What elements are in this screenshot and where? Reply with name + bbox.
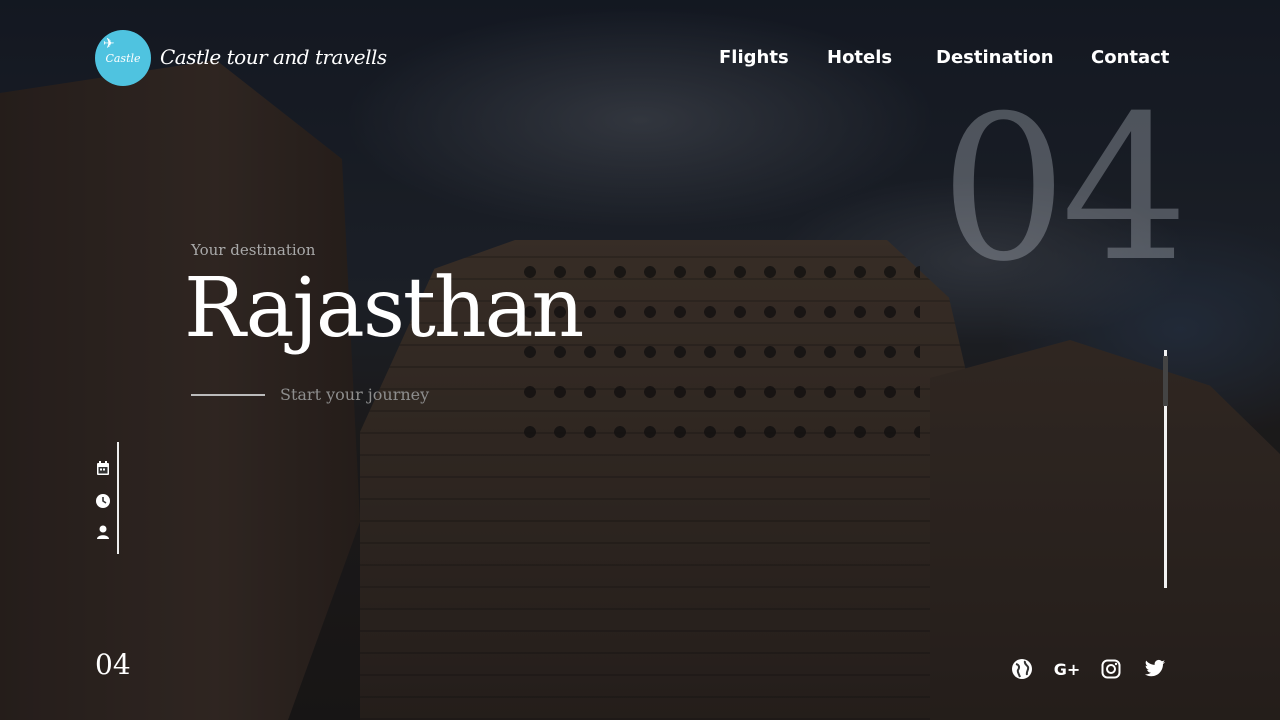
calendar-icon[interactable] [95, 460, 111, 476]
logo-text: Castle [105, 51, 141, 65]
cta-line [191, 394, 265, 396]
slide-number-large: 04 [940, 73, 1188, 306]
scroll-thumb[interactable] [1163, 356, 1168, 406]
nav-hotels[interactable]: Hotels [827, 47, 892, 68]
logo[interactable]: ✈ Castle [95, 30, 151, 86]
google-plus-label: G+ [1053, 659, 1081, 679]
slide-number: 04 [95, 648, 131, 681]
plane-icon: ✈ [103, 36, 115, 52]
vertical-scrollbar[interactable] [1163, 350, 1168, 588]
user-icon[interactable] [95, 524, 111, 540]
start-journey-link[interactable]: Start your journey [280, 385, 429, 404]
google-plus-icon[interactable]: G+ [1053, 658, 1081, 680]
nav-contact[interactable]: Contact [1091, 47, 1169, 68]
hero-title: Rajasthan [184, 261, 584, 356]
side-divider [117, 442, 119, 554]
twitter-icon[interactable] [1144, 658, 1166, 680]
hero-subtitle: Your destination [191, 241, 316, 259]
nav-flights[interactable]: Flights [719, 47, 789, 68]
nav-destination[interactable]: Destination [936, 47, 1054, 68]
clock-icon[interactable] [95, 493, 111, 509]
brand-name[interactable]: Castle tour and travells [160, 45, 387, 69]
instagram-icon[interactable] [1100, 658, 1122, 680]
globe-icon[interactable] [1011, 658, 1033, 680]
